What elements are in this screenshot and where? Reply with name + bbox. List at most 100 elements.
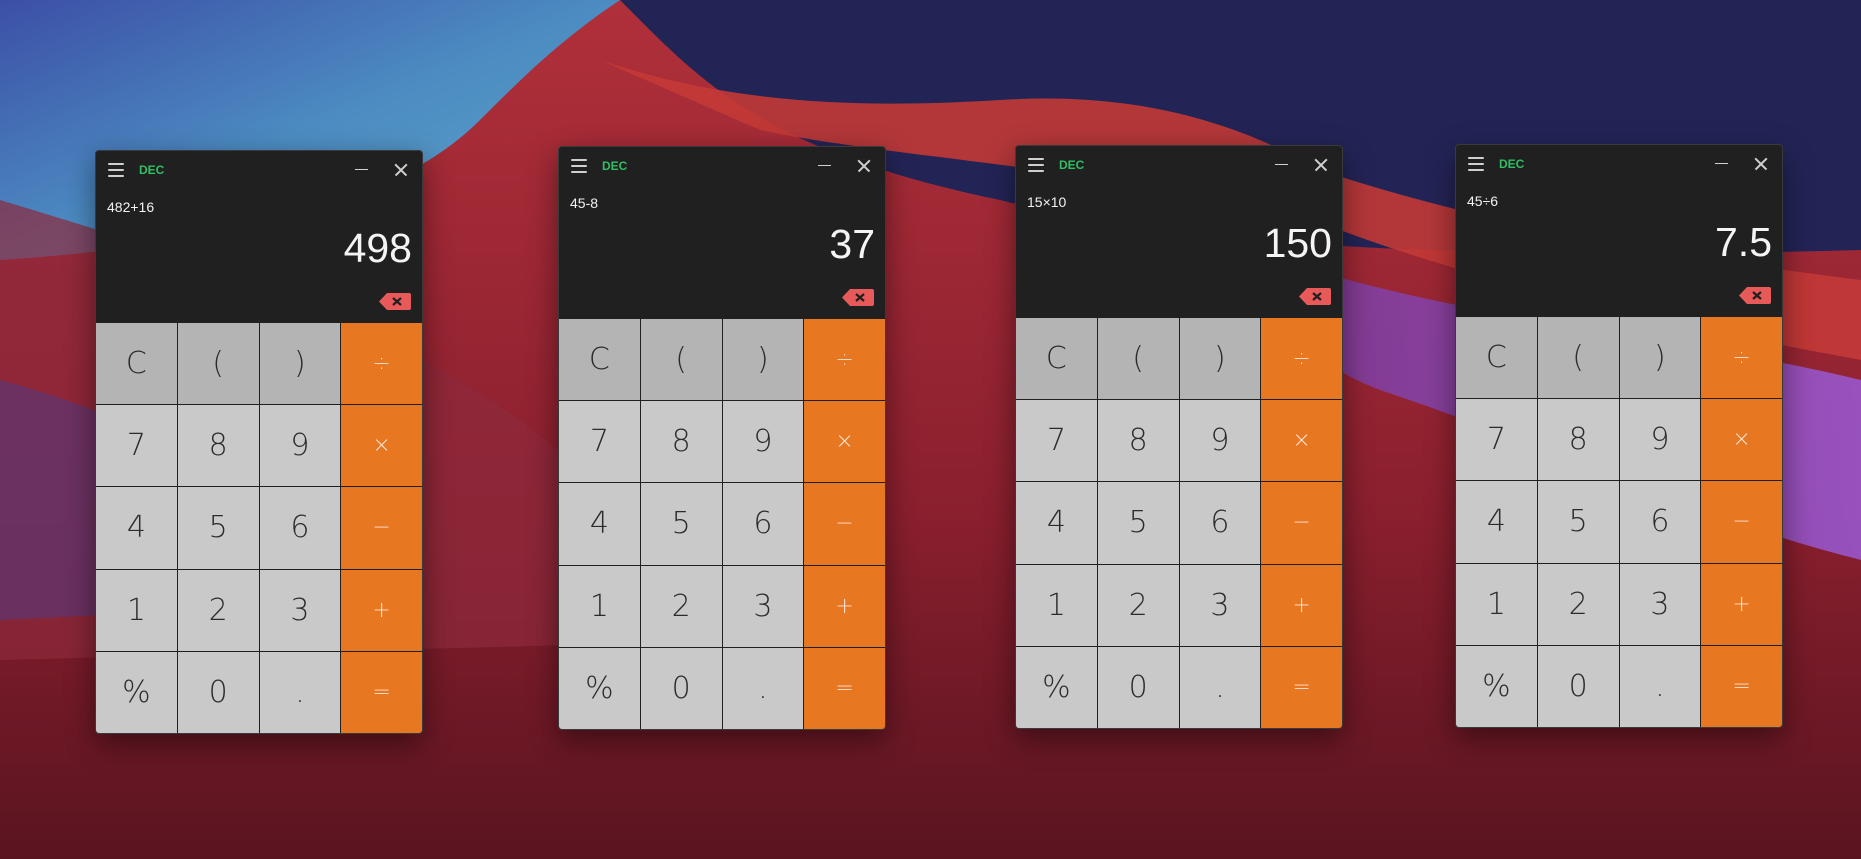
digit-3-button[interactable]: 3 xyxy=(259,569,341,651)
digit-0-button[interactable]: 0 xyxy=(1537,645,1619,727)
title-bar[interactable]: DEC xyxy=(1456,145,1782,183)
digit-4-button[interactable]: 4 xyxy=(559,483,640,565)
digit-7-button[interactable]: 7 xyxy=(1456,399,1537,481)
open-paren-button[interactable]: ( xyxy=(1097,318,1179,400)
minimize-icon[interactable] xyxy=(813,155,835,177)
digit-8-button[interactable]: 8 xyxy=(177,405,259,487)
equals-button[interactable]: = xyxy=(1261,646,1342,728)
plus-button[interactable]: + xyxy=(341,569,422,651)
title-bar[interactable]: DEC xyxy=(559,147,885,185)
backspace-icon[interactable] xyxy=(1739,287,1771,304)
decimal-button[interactable]: . xyxy=(722,647,804,729)
close-icon[interactable] xyxy=(1310,154,1332,176)
divide-button[interactable]: ÷ xyxy=(804,319,885,401)
digit-3-button[interactable]: 3 xyxy=(722,565,804,647)
decimal-button[interactable]: . xyxy=(259,651,341,733)
digit-2-button[interactable]: 2 xyxy=(1537,563,1619,645)
divide-button[interactable]: ÷ xyxy=(341,323,422,405)
digit-1-button[interactable]: 1 xyxy=(1016,564,1097,646)
close-paren-button[interactable]: ) xyxy=(1619,317,1701,399)
digit-3-button[interactable]: 3 xyxy=(1179,564,1261,646)
divide-button[interactable]: ÷ xyxy=(1701,317,1782,399)
digit-7-button[interactable]: 7 xyxy=(1016,400,1097,482)
digit-6-button[interactable]: 6 xyxy=(722,483,804,565)
digit-0-button[interactable]: 0 xyxy=(1097,646,1179,728)
digit-0-button[interactable]: 0 xyxy=(640,647,722,729)
multiply-button[interactable]: × xyxy=(1261,400,1342,482)
close-icon[interactable] xyxy=(390,159,412,181)
digit-5-button[interactable]: 5 xyxy=(177,487,259,569)
percent-button[interactable]: % xyxy=(1016,646,1097,728)
backspace-icon[interactable] xyxy=(842,289,874,306)
plus-button[interactable]: + xyxy=(804,565,885,647)
digit-9-button[interactable]: 9 xyxy=(259,405,341,487)
digit-8-button[interactable]: 8 xyxy=(1097,400,1179,482)
close-paren-button[interactable]: ) xyxy=(259,323,341,405)
digit-5-button[interactable]: 5 xyxy=(1097,482,1179,564)
clear-button[interactable]: C xyxy=(559,319,640,401)
minus-button[interactable]: − xyxy=(804,483,885,565)
digit-9-button[interactable]: 9 xyxy=(1179,400,1261,482)
digit-9-button[interactable]: 9 xyxy=(1619,399,1701,481)
hamburger-icon[interactable] xyxy=(1028,158,1044,172)
digit-2-button[interactable]: 2 xyxy=(640,565,722,647)
digit-4-button[interactable]: 4 xyxy=(1456,481,1537,563)
digit-3-button[interactable]: 3 xyxy=(1619,563,1701,645)
multiply-button[interactable]: × xyxy=(341,405,422,487)
digit-4-button[interactable]: 4 xyxy=(96,487,177,569)
clear-button[interactable]: C xyxy=(96,323,177,405)
decimal-button[interactable]: . xyxy=(1619,645,1701,727)
digit-4-button[interactable]: 4 xyxy=(1016,482,1097,564)
digit-8-button[interactable]: 8 xyxy=(1537,399,1619,481)
digit-8-button[interactable]: 8 xyxy=(640,401,722,483)
clear-button[interactable]: C xyxy=(1456,317,1537,399)
open-paren-button[interactable]: ( xyxy=(177,323,259,405)
digit-7-button[interactable]: 7 xyxy=(96,405,177,487)
percent-button[interactable]: % xyxy=(1456,645,1537,727)
digit-5-button[interactable]: 5 xyxy=(640,483,722,565)
open-paren-button[interactable]: ( xyxy=(1537,317,1619,399)
digit-9-button[interactable]: 9 xyxy=(722,401,804,483)
minus-button[interactable]: − xyxy=(1701,481,1782,563)
digit-2-button[interactable]: 2 xyxy=(177,569,259,651)
equals-button[interactable]: = xyxy=(804,647,885,729)
digit-6-button[interactable]: 6 xyxy=(259,487,341,569)
hamburger-icon[interactable] xyxy=(571,159,587,173)
minimize-icon[interactable] xyxy=(350,159,372,181)
plus-button[interactable]: + xyxy=(1701,563,1782,645)
backspace-icon[interactable] xyxy=(379,293,411,310)
digit-1-button[interactable]: 1 xyxy=(96,569,177,651)
digit-7-button[interactable]: 7 xyxy=(559,401,640,483)
backspace-icon[interactable] xyxy=(1299,288,1331,305)
equals-button[interactable]: = xyxy=(1701,645,1782,727)
digit-2-button[interactable]: 2 xyxy=(1097,564,1179,646)
digit-0-button[interactable]: 0 xyxy=(177,651,259,733)
title-bar[interactable]: DEC xyxy=(96,151,422,189)
clear-button[interactable]: C xyxy=(1016,318,1097,400)
digit-6-button[interactable]: 6 xyxy=(1179,482,1261,564)
percent-button[interactable]: % xyxy=(559,647,640,729)
divide-button[interactable]: ÷ xyxy=(1261,318,1342,400)
close-paren-button[interactable]: ) xyxy=(722,319,804,401)
close-paren-button[interactable]: ) xyxy=(1179,318,1261,400)
close-icon[interactable] xyxy=(853,155,875,177)
equals-button[interactable]: = xyxy=(341,651,422,733)
minimize-icon[interactable] xyxy=(1710,153,1732,175)
minus-button[interactable]: − xyxy=(1261,482,1342,564)
decimal-button[interactable]: . xyxy=(1179,646,1261,728)
title-bar[interactable]: DEC xyxy=(1016,146,1342,184)
digit-1-button[interactable]: 1 xyxy=(559,565,640,647)
percent-button[interactable]: % xyxy=(96,651,177,733)
plus-button[interactable]: + xyxy=(1261,564,1342,646)
close-icon[interactable] xyxy=(1750,153,1772,175)
minus-button[interactable]: − xyxy=(341,487,422,569)
multiply-button[interactable]: × xyxy=(804,401,885,483)
multiply-button[interactable]: × xyxy=(1701,399,1782,481)
hamburger-icon[interactable] xyxy=(108,163,124,177)
open-paren-button[interactable]: ( xyxy=(640,319,722,401)
digit-5-button[interactable]: 5 xyxy=(1537,481,1619,563)
hamburger-icon[interactable] xyxy=(1468,157,1484,171)
digit-6-button[interactable]: 6 xyxy=(1619,481,1701,563)
minimize-icon[interactable] xyxy=(1270,154,1292,176)
digit-1-button[interactable]: 1 xyxy=(1456,563,1537,645)
